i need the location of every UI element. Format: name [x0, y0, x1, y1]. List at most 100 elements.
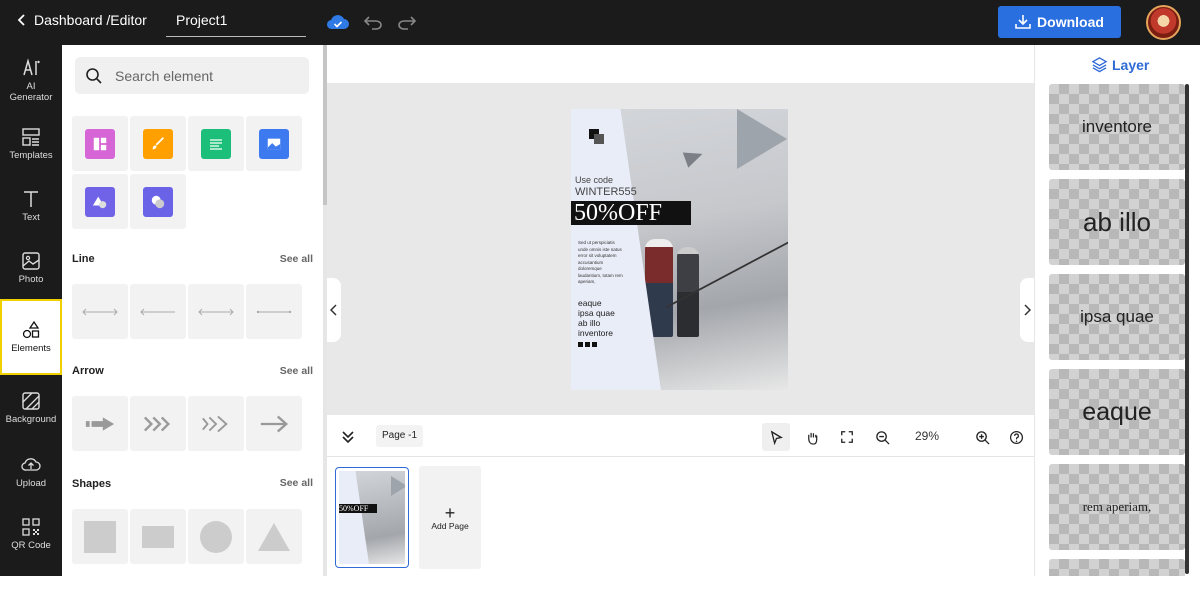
download-icon: [1015, 15, 1031, 29]
rail-label: Templates: [9, 150, 53, 161]
search-input[interactable]: [115, 67, 295, 84]
layer-item[interactable]: ipsa quae: [1049, 274, 1185, 360]
see-all-line-link[interactable]: See all: [280, 253, 313, 265]
shape-triangle[interactable]: [246, 509, 302, 564]
shape-rectangle[interactable]: [130, 509, 186, 564]
line-double-arrow-2[interactable]: [188, 284, 244, 339]
layer-panel: Layer inventore ab illo ipsa quae eaque …: [1034, 45, 1200, 576]
see-all-shapes-link[interactable]: See all: [280, 477, 313, 489]
rail-item-qr-code[interactable]: QR Code: [0, 503, 62, 565]
page-indicator[interactable]: Page -1: [376, 425, 424, 447]
photo-icon: [22, 252, 40, 270]
help-button[interactable]: [1002, 423, 1030, 451]
rail-item-elements[interactable]: Elements: [0, 299, 62, 375]
rail-label: Elements: [11, 343, 51, 354]
rail-label: AI Generator: [9, 80, 53, 103]
page-thumbnail[interactable]: 50%OFF: [335, 467, 409, 568]
back-to-dashboard-link[interactable]: Dashboard /Editor: [16, 12, 147, 28]
zoom-out-button[interactable]: [868, 423, 896, 451]
layer-item[interactable]: ab illo: [1049, 179, 1185, 265]
design-list-item[interactable]: ab illo: [578, 318, 615, 328]
tile-shapes[interactable]: [72, 174, 128, 229]
thumbnail-offer-text: 50%OFF: [339, 504, 377, 513]
arrow-right-simple[interactable]: [246, 396, 302, 451]
layer-item-label: eaque: [1082, 397, 1152, 426]
ai-icon: [23, 57, 40, 75]
design-canvas[interactable]: Use code WINTER555 50%OFF Sed ut perspic…: [571, 109, 788, 390]
line-dotted-ends[interactable]: [246, 284, 302, 339]
layer-panel-scrollbar[interactable]: [1185, 84, 1189, 574]
search-box[interactable]: [75, 57, 309, 94]
arrow-chevrons[interactable]: [130, 396, 186, 451]
add-page-button[interactable]: + Add Page: [419, 466, 481, 569]
layer-title: Layer: [1112, 56, 1150, 73]
tile-image[interactable]: [246, 116, 302, 171]
tile-brush[interactable]: [130, 116, 186, 171]
circle-shape-icon: [200, 520, 232, 553]
design-list-item[interactable]: ipsa quae: [578, 308, 615, 318]
zoom-in-button[interactable]: [968, 423, 996, 451]
design-offer-text[interactable]: 50%OFF: [571, 201, 691, 225]
rail-label: Text: [22, 212, 40, 223]
hand-tool-button[interactable]: [798, 423, 826, 451]
collapse-pages-button[interactable]: [334, 423, 362, 451]
layer-tab[interactable]: Layer: [1091, 56, 1149, 73]
shape-square[interactable]: [72, 509, 128, 564]
layer-item[interactable]: [1049, 559, 1185, 576]
rail-item-background[interactable]: Background: [0, 377, 62, 439]
square-shape-gray[interactable]: [594, 134, 604, 144]
arrow-block[interactable]: [72, 396, 128, 451]
layer-item-label: inventore: [1082, 117, 1152, 136]
design-dots[interactable]: [578, 342, 597, 347]
rail-item-templates[interactable]: Templates: [0, 113, 62, 175]
section-title-line: Line: [72, 253, 95, 265]
design-code-text[interactable]: WINTER555: [575, 186, 637, 198]
redo-icon[interactable]: [395, 11, 419, 33]
double-arrow-line-icon: [198, 308, 234, 315]
tile-layout[interactable]: [72, 116, 128, 171]
design-list-item[interactable]: eaque: [578, 298, 615, 308]
left-rail: AI Generator Templates Text Photo Elemen…: [0, 45, 62, 576]
search-icon: [86, 67, 102, 84]
add-page-label: Add Page: [431, 520, 469, 531]
rail-item-text[interactable]: Text: [0, 175, 62, 237]
collapse-right-panel-button[interactable]: [1020, 278, 1034, 342]
rail-item-upload[interactable]: Upload: [0, 441, 62, 503]
text-icon: [24, 191, 38, 207]
layer-item[interactable]: inventore: [1049, 84, 1185, 170]
fit-screen-button[interactable]: [833, 423, 861, 451]
design-body-text[interactable]: Sed ut perspiciatis unde omnis iste natu…: [578, 240, 624, 286]
rail-item-photo[interactable]: Photo: [0, 237, 62, 299]
layer-item-label: rem aperiam,: [1082, 499, 1152, 514]
collapse-left-panel-button[interactable]: [327, 278, 341, 342]
dot-line-icon: [256, 310, 292, 313]
layer-item[interactable]: rem aperiam,: [1049, 464, 1185, 550]
help-icon: [1009, 430, 1023, 444]
see-all-arrow-link[interactable]: See all: [280, 365, 313, 377]
triangle-shape-large[interactable]: [737, 109, 787, 169]
design-list-item[interactable]: inventore: [578, 328, 615, 338]
select-tool-button[interactable]: [762, 423, 790, 451]
line-arrow-left[interactable]: [130, 284, 186, 339]
tile-text-block[interactable]: [188, 116, 244, 171]
line-double-arrow[interactable]: [72, 284, 128, 339]
design-list[interactable]: eaque ipsa quae ab illo inventore: [578, 298, 615, 338]
rail-label: Photo: [18, 274, 44, 285]
rail-label: Background: [5, 414, 57, 425]
download-button[interactable]: Download: [998, 6, 1121, 38]
design-use-code-text[interactable]: Use code: [575, 175, 613, 185]
project-name-field[interactable]: Project1: [166, 6, 306, 37]
shape-circle[interactable]: [188, 509, 244, 564]
canvas-area: Use code WINTER555 50%OFF Sed ut perspic…: [327, 45, 1034, 576]
rail-item-ai-generator[interactable]: AI Generator: [0, 49, 62, 111]
page-thumbnail-preview: 50%OFF: [339, 471, 405, 564]
avatar[interactable]: [1146, 5, 1181, 40]
layer-item[interactable]: eaque: [1049, 369, 1185, 455]
tile-circles[interactable]: [130, 174, 186, 229]
section-title-shapes: Shapes: [72, 478, 112, 490]
arrow-triple-chevrons[interactable]: [188, 396, 244, 451]
undo-icon[interactable]: [361, 11, 385, 33]
zoom-level: 29%: [915, 429, 940, 443]
cloud-saved-icon[interactable]: [326, 11, 350, 33]
zoom-out-icon: [875, 430, 890, 445]
